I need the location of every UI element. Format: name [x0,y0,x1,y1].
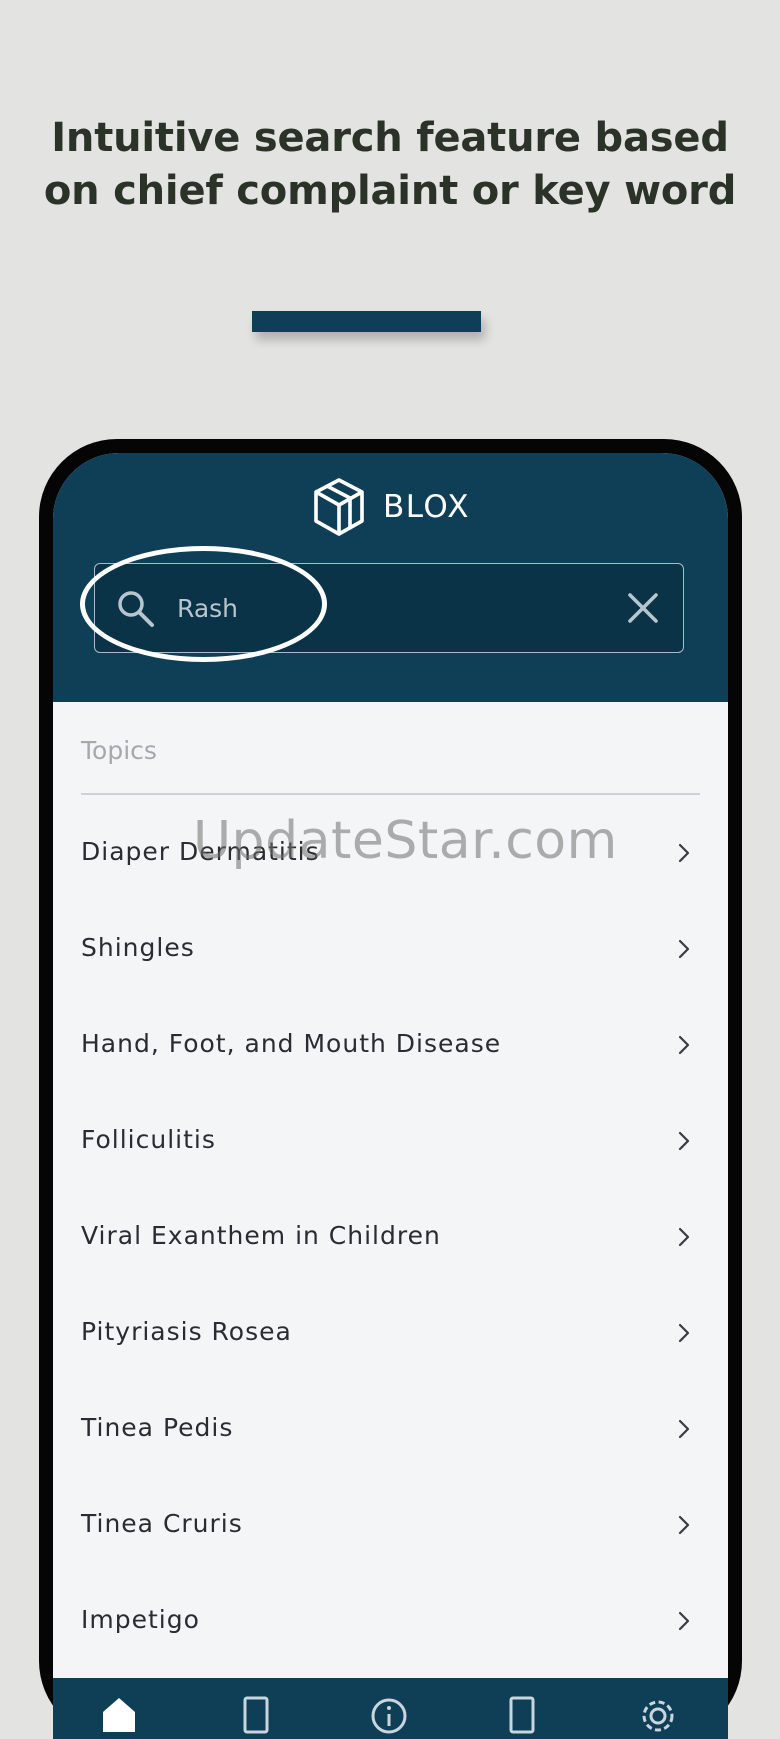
topics-section-label: Topics [81,736,157,765]
brand: BLOX [53,476,728,538]
topic-label: Hand, Foot, and Mouth Disease [81,1029,502,1058]
chevron-right-icon [678,1227,690,1247]
chevron-right-icon [678,1419,690,1439]
search-icon [115,588,157,630]
nav-gear-icon[interactable] [638,1694,678,1734]
chevron-right-icon [678,843,690,863]
chevron-right-icon [678,939,690,959]
section-divider [81,793,700,795]
nav-info-icon[interactable] [369,1694,409,1734]
topic-item[interactable]: Shingles [53,901,728,997]
topic-label: Pityriasis Rosea [81,1317,292,1346]
chevron-right-icon [678,1515,690,1535]
phone-frame: BLOX Topics [39,439,742,1739]
promo-headline: Intuitive search feature based on chief … [43,115,737,214]
topic-item[interactable]: Folliculitis [53,1093,728,1189]
topic-item[interactable]: Viral Exanthem in Children [53,1189,728,1285]
topic-label: Viral Exanthem in Children [81,1221,441,1250]
app-screen: BLOX Topics [53,453,728,1739]
blox-logo-icon [311,476,367,538]
topic-label: Shingles [81,933,195,962]
topic-item[interactable]: Hand, Foot, and Mouth Disease [53,997,728,1093]
search-input[interactable] [177,586,577,630]
nav-notes-icon[interactable] [502,1694,542,1734]
chevron-right-icon [678,1035,690,1055]
topic-label: Folliculitis [81,1125,216,1154]
topic-item[interactable]: Tinea Pedis [53,1381,728,1477]
topic-label: Diaper Dermatitis [81,837,320,866]
topic-item[interactable]: Diaper Dermatitis [53,805,728,901]
brand-name: BLOX [382,489,471,525]
nav-bookmark-icon[interactable] [236,1694,276,1734]
accent-bar [252,311,481,332]
app-header: BLOX [53,453,728,702]
topic-list: Diaper Dermatitis Shingles Hand, Foot, a… [53,805,728,1669]
topic-label: Impetigo [81,1605,200,1634]
chevron-right-icon [678,1611,690,1631]
bottom-nav [53,1678,728,1739]
clear-search-button[interactable] [621,586,665,630]
chevron-right-icon [678,1323,690,1343]
topic-label: Tinea Pedis [81,1413,234,1442]
topic-item[interactable]: Impetigo [53,1573,728,1669]
nav-home-icon[interactable] [99,1694,139,1734]
topic-item[interactable]: Pityriasis Rosea [53,1285,728,1381]
topic-item[interactable]: Tinea Cruris [53,1477,728,1573]
topic-label: Tinea Cruris [81,1509,243,1538]
chevron-right-icon [678,1131,690,1151]
close-icon [628,593,658,623]
search-bar[interactable] [94,563,684,653]
